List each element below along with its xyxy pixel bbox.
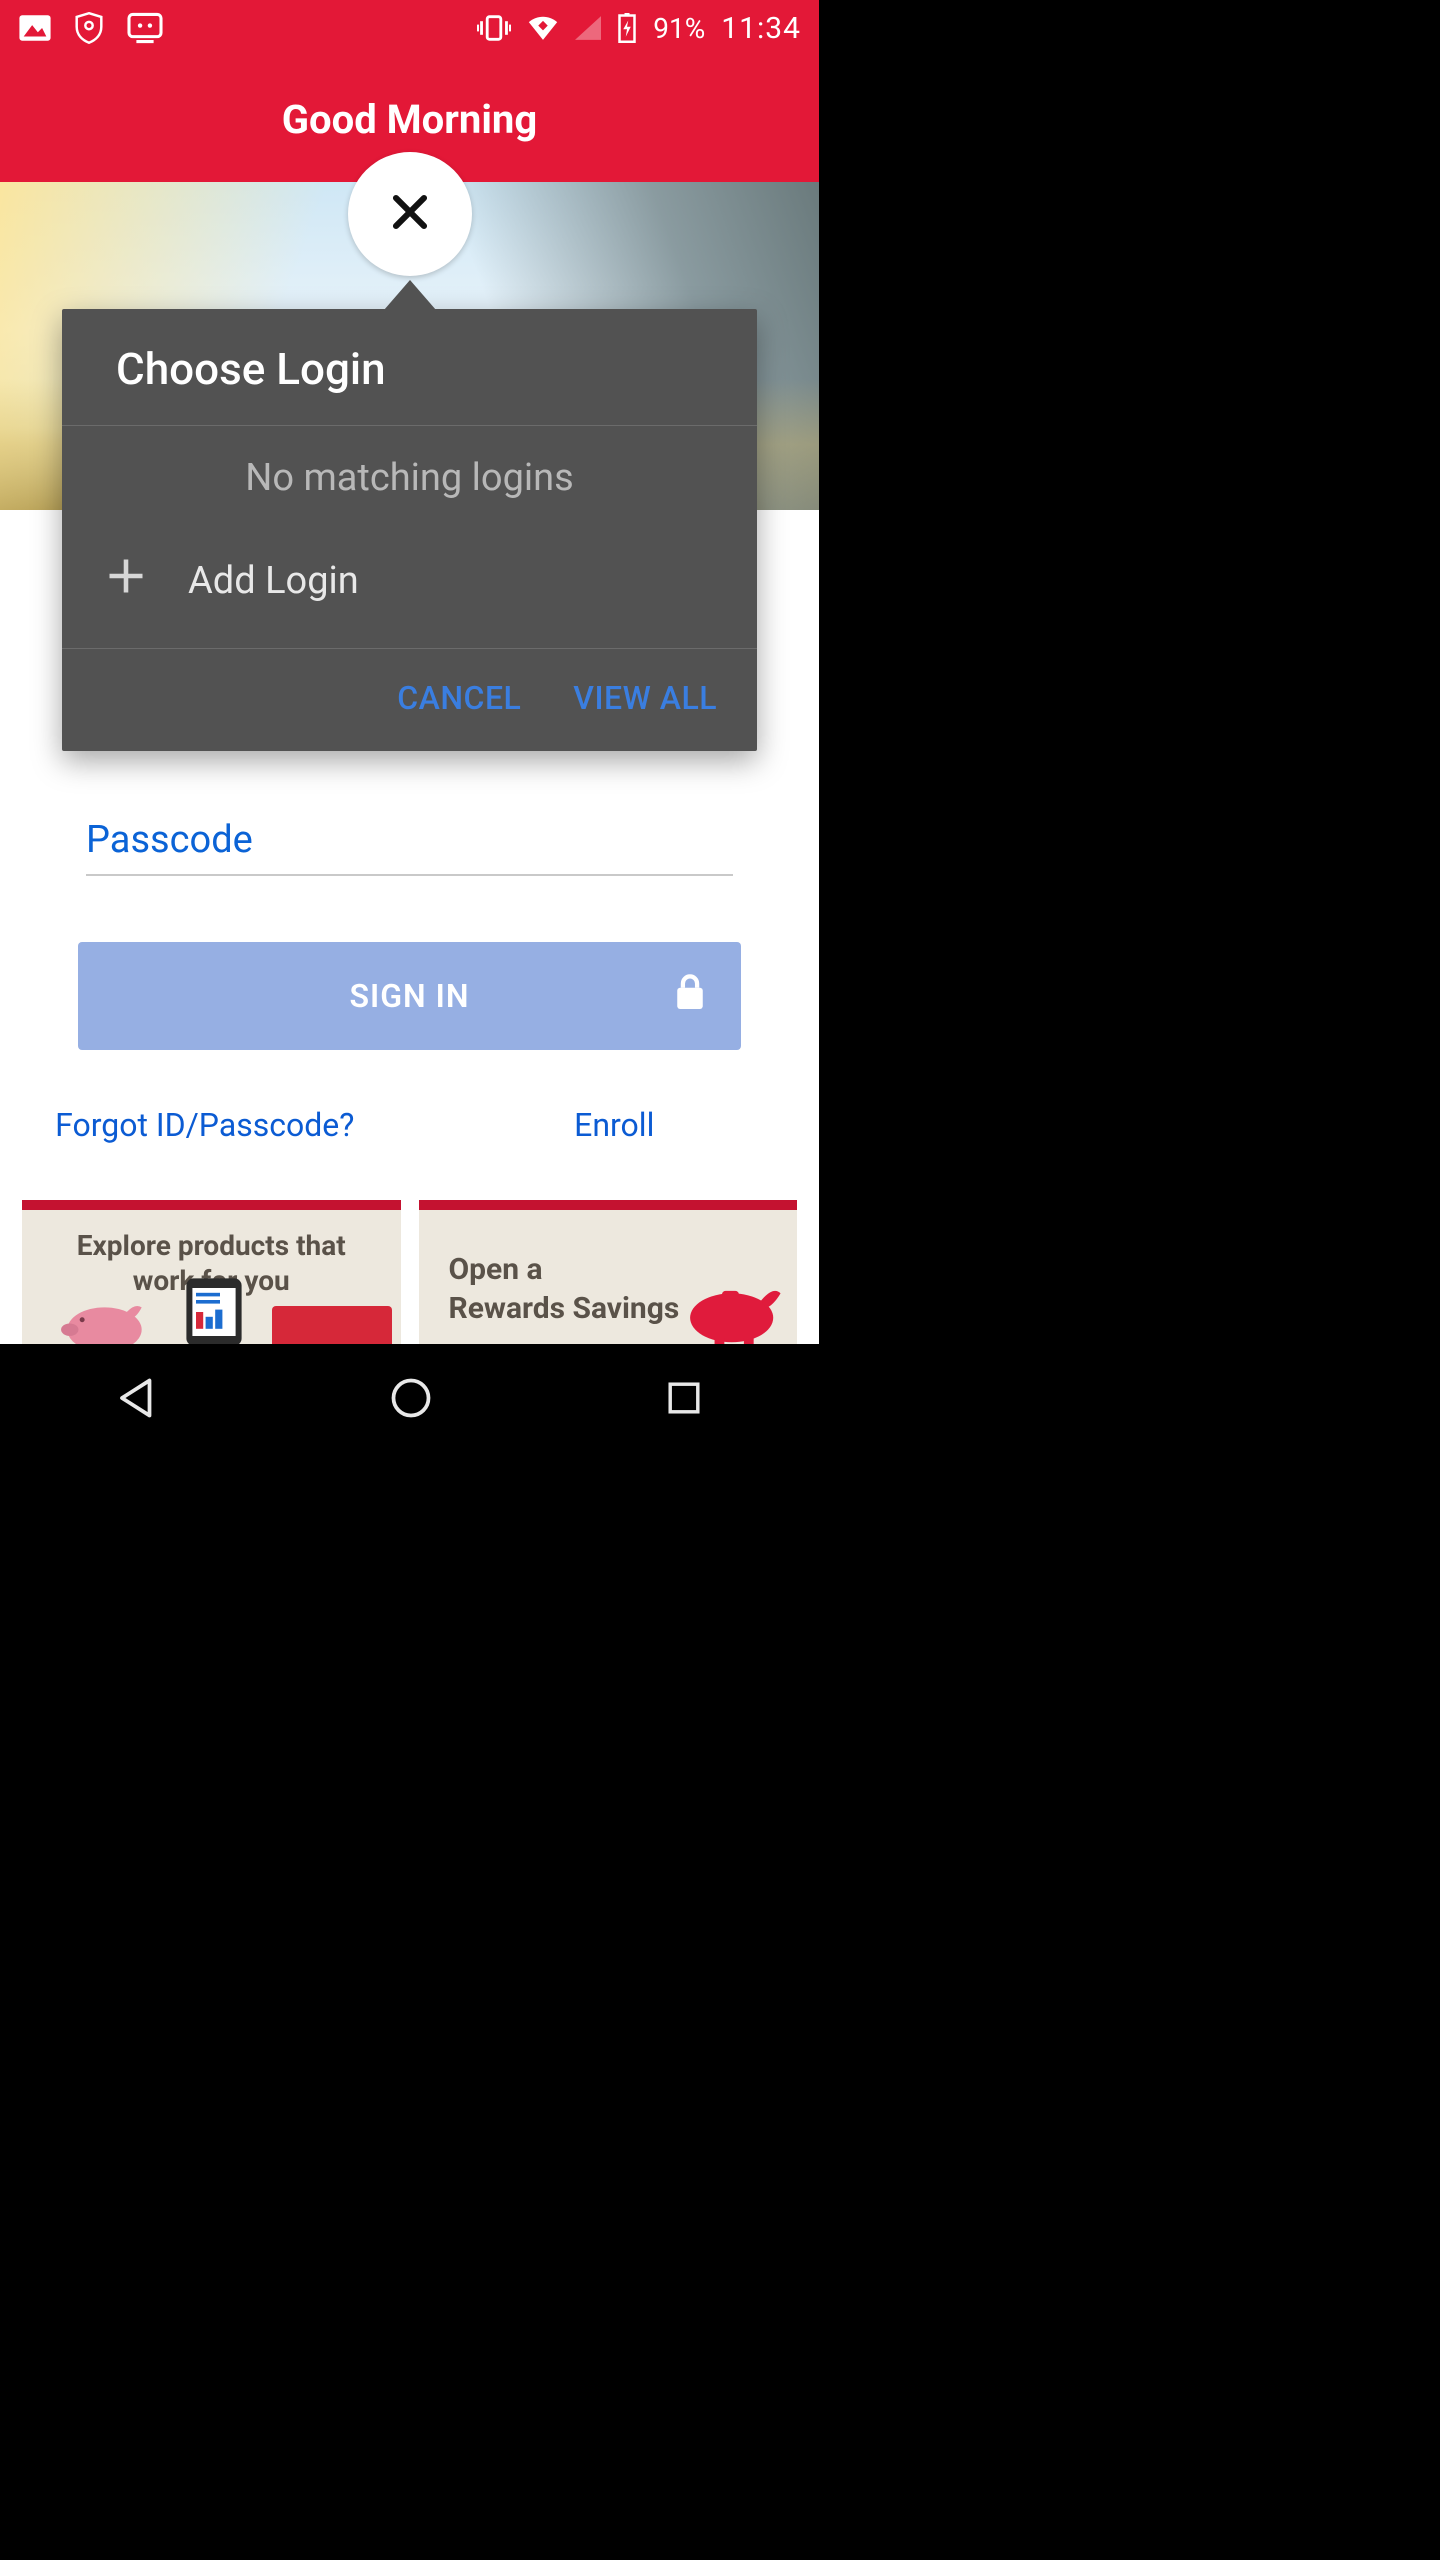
- wifi-icon: [527, 15, 559, 41]
- image-icon: [18, 13, 52, 43]
- promo2-l1: Open a: [449, 1252, 543, 1287]
- android-nav-bar: [0, 1344, 819, 1456]
- sign-in-label: SIGN IN: [350, 977, 470, 1015]
- close-icon: [389, 191, 431, 237]
- greeting-text: Good Morning: [282, 96, 537, 143]
- forgot-link[interactable]: Forgot ID/Passcode?: [0, 1106, 410, 1144]
- cancel-button[interactable]: CANCEL: [397, 679, 521, 717]
- clock: 11:34: [721, 11, 801, 46]
- login-chooser-popup: Choose Login No matching logins Add Logi…: [62, 309, 757, 751]
- promo1-l1: Explore products that: [77, 1229, 346, 1262]
- recent-apps-button[interactable]: [661, 1375, 707, 1425]
- popup-no-match-msg: No matching logins: [62, 426, 757, 526]
- phone-icon: [182, 1276, 246, 1344]
- popup-title: Choose Login: [62, 309, 757, 426]
- shield-icon: [74, 12, 104, 44]
- vibrate-icon: [477, 14, 511, 42]
- sign-in-button[interactable]: SIGN IN: [78, 942, 741, 1050]
- promo-card-explore-art: [22, 1288, 401, 1344]
- lock-icon: [673, 972, 707, 1020]
- promo-card-explore[interactable]: Explore products that work for you: [22, 1200, 401, 1344]
- device-icon: [126, 12, 164, 44]
- promo-card-savings[interactable]: Open a Rewards Savings: [419, 1200, 798, 1344]
- promo-cards: Explore products that work for you Open …: [22, 1200, 797, 1344]
- close-button[interactable]: [348, 152, 472, 276]
- popup-pointer: [384, 280, 436, 310]
- add-login-button[interactable]: Add Login: [62, 526, 757, 649]
- piggy-bank-icon: [52, 1290, 152, 1344]
- passcode-input[interactable]: Passcode: [86, 818, 733, 876]
- battery-percent: 91%: [653, 12, 705, 45]
- back-button[interactable]: [112, 1373, 162, 1427]
- status-bar: 91% 11:34: [0, 0, 819, 56]
- view-all-button[interactable]: VIEW ALL: [573, 679, 717, 717]
- piggy-bank-red-icon: [673, 1270, 783, 1344]
- home-button[interactable]: [386, 1373, 436, 1427]
- links-row: Forgot ID/Passcode? Enroll: [0, 1106, 819, 1144]
- screen: 91% 11:34 Good Morning Choose Login No m…: [0, 0, 819, 1456]
- card-icon: [272, 1306, 392, 1344]
- cell-signal-icon: [575, 16, 601, 40]
- enroll-link[interactable]: Enroll: [410, 1106, 820, 1144]
- popup-actions: CANCEL VIEW ALL: [62, 649, 757, 751]
- status-left-icons: [18, 12, 164, 44]
- battery-charging-icon: [617, 13, 637, 43]
- promo2-l2: Rewards Savings: [449, 1291, 680, 1326]
- passcode-label: Passcode: [86, 818, 253, 862]
- status-right: 91% 11:34: [477, 11, 801, 46]
- add-login-label: Add Login: [188, 559, 359, 603]
- plus-icon: [104, 554, 148, 608]
